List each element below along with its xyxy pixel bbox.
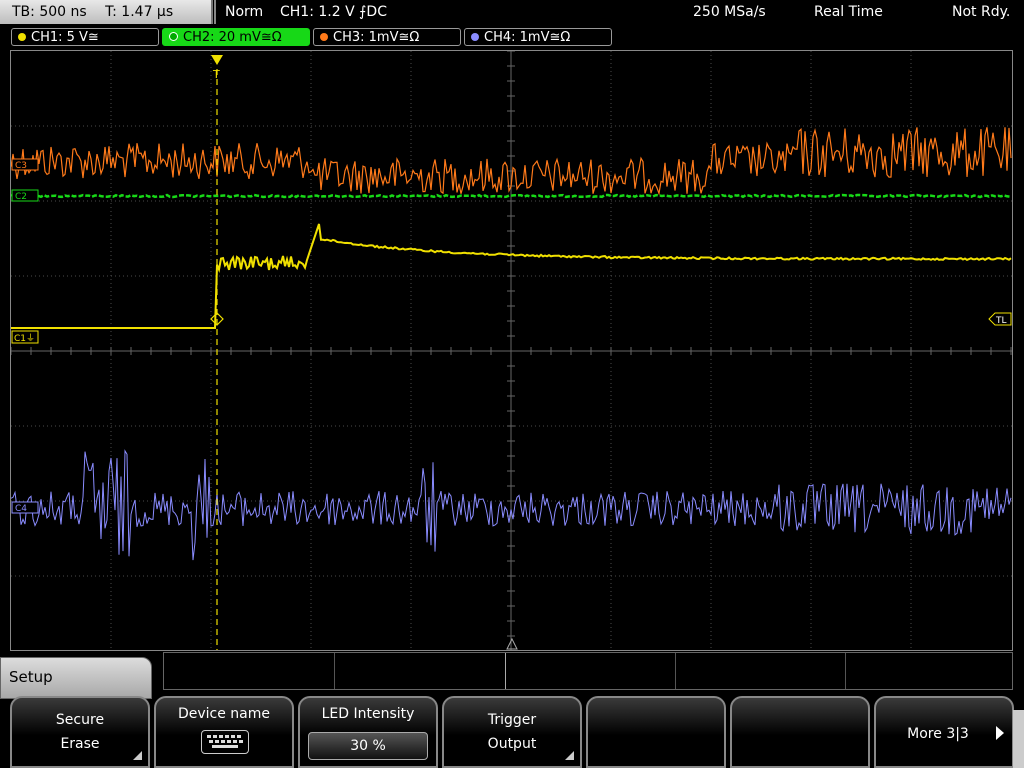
ch1-color-dot [18,32,26,41]
ch2-label: CH2: 20 mV≅Ω [183,30,282,45]
submenu-corner-icon [565,751,574,760]
trigger-marker-label: T [212,68,220,81]
svg-text:C2: C2 [15,192,27,202]
trigger-level-marker[interactable]: TL [988,312,1012,326]
timebase-box[interactable]: TB: 500 ns T: 1.47 µs [0,0,213,24]
status-divider [214,0,216,24]
ch4-color-dot [471,32,479,41]
device-name-button[interactable]: Device name [154,696,294,768]
channel-tab-ch3[interactable]: CH3: 1mV≅Ω [313,28,461,46]
softkey-label: Device name [177,706,271,722]
ch1-offset-marker[interactable]: C1⏚ [11,330,39,344]
softkey-label: Secure [55,712,105,728]
acquisition-mode: Real Time [814,4,883,20]
strip-divider [334,653,335,689]
svg-text:C3: C3 [15,161,27,171]
ch3-color-dot [320,32,328,41]
channel-tab-ch1[interactable]: CH1: 5 V≅ [11,28,159,46]
ch1-label: CH1: 5 V≅ [31,30,99,45]
ch3-offset-marker[interactable]: C3 [11,158,39,171]
channel-tab-ch4[interactable]: CH4: 1mV≅Ω [464,28,612,46]
arrow-right-icon [996,726,1004,740]
menu-edge-cap [1013,710,1024,768]
svg-text:TL: TL [995,316,1007,326]
ch3-label: CH3: 1mV≅Ω [333,30,420,45]
strip-divider [505,653,506,689]
channel-tab-ch2[interactable]: CH2: 20 mV≅Ω [162,28,310,46]
led-intensity-value[interactable]: 30 % [308,732,428,760]
trigger-position-marker[interactable]: T [211,55,223,81]
keyboard-icon [201,730,249,754]
softkey-label: Erase [60,736,100,752]
svg-text:C4: C4 [15,504,27,514]
strip-divider [845,653,846,689]
ch4-label: CH4: 1mV≅Ω [484,30,571,45]
trigger-mode[interactable]: Norm [225,0,263,24]
ch2-offset-marker[interactable]: C2 [11,189,39,202]
softkey-label: Trigger [487,712,537,728]
submenu-corner-icon [133,751,142,760]
ch4-offset-marker[interactable]: C4 [11,501,39,514]
timebase-readout: TB: 500 ns [12,4,87,20]
softkey-label: Output [487,736,537,752]
acquisition-status: Not Rdy. [952,4,1011,20]
svg-text:C1⏚: C1⏚ [14,333,35,344]
more-button[interactable]: More 3|3 [874,696,1014,768]
sample-rate: 250 MSa/s [693,4,766,20]
graticule-grid [11,51,1012,650]
zoom-strip [163,652,1013,690]
horizontal-position-marker [506,637,518,650]
status-bar: TB: 500 ns T: 1.47 µs Norm CH1: 1.2 V ⨍D… [0,0,1024,26]
secure-erase-button[interactable]: Secure Erase [10,696,150,768]
menu-title: Setup [9,668,53,686]
trigger-source[interactable]: CH1: 1.2 V ⨍DC [280,0,387,24]
trigger-time-readout: T: 1.47 µs [105,4,174,20]
menu-title-tab: Setup [0,657,152,699]
led-intensity-button[interactable]: LED Intensity 30 % [298,696,438,768]
empty-softkey-5[interactable] [586,696,726,768]
softkey-label: LED Intensity [321,706,415,722]
waveform-display[interactable]: T C3 C2 C1⏚ C4 TL [10,50,1013,651]
empty-softkey-6[interactable] [730,696,870,768]
trigger-output-button[interactable]: Trigger Output [442,696,582,768]
strip-divider [675,653,676,689]
softkey-label: More 3|3 [907,726,969,742]
ch2-color-dot [169,32,178,41]
